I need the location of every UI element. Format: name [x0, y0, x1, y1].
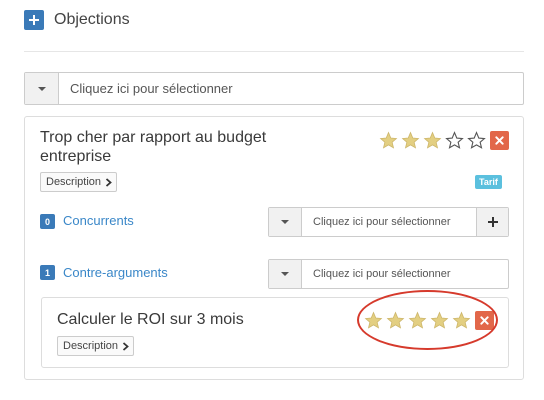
concurrents-select[interactable]: Cliquez ici pour sélectionner	[268, 207, 509, 237]
divider	[24, 51, 524, 52]
contre-arguments-select[interactable]: Cliquez ici pour sélectionner	[268, 259, 509, 289]
add-concurrent-button[interactable]	[476, 208, 508, 236]
select-placeholder[interactable]: Cliquez ici pour sélectionner	[59, 73, 233, 104]
counter-argument-title: Calculer le ROI sur 3 mois	[57, 311, 244, 328]
concurrents-count-badge: 0	[40, 214, 55, 229]
objection-rating[interactable]	[379, 131, 509, 150]
contre-arguments-count-badge: 1	[40, 265, 55, 280]
select-toggle-button[interactable]	[25, 73, 59, 104]
contre-arguments-select-placeholder[interactable]: Cliquez ici pour sélectionner	[302, 260, 451, 288]
tag-badge: Tarif	[475, 175, 502, 189]
star-empty-icon[interactable]	[467, 131, 486, 150]
description-label: Description	[63, 340, 119, 352]
chevron-right-icon	[105, 177, 112, 187]
objection-title-line2: entreprise	[40, 148, 112, 165]
contre-arguments-select-toggle[interactable]	[269, 260, 302, 288]
description-label: Description	[46, 176, 102, 188]
concurrents-link[interactable]: Concurrents	[63, 213, 134, 228]
delete-objection-button[interactable]	[490, 131, 509, 150]
objection-title-line1: Trop cher par rapport au budget	[40, 129, 267, 146]
chevron-right-icon	[122, 341, 129, 351]
star-icon[interactable]	[379, 131, 398, 150]
star-icon[interactable]	[423, 131, 442, 150]
concurrents-select-placeholder[interactable]: Cliquez ici pour sélectionner	[302, 208, 476, 236]
close-icon	[495, 136, 504, 145]
objection-description-button[interactable]: Description	[40, 172, 118, 192]
plus-icon	[29, 15, 39, 25]
plus-icon	[487, 217, 498, 227]
caret-down-icon	[281, 220, 289, 224]
objection-select[interactable]: Cliquez ici pour sélectionner	[24, 72, 524, 105]
concurrents-select-toggle[interactable]	[269, 208, 302, 236]
objections-header: Objections	[24, 8, 130, 32]
counter-argument-description-button[interactable]: Description	[57, 336, 135, 356]
star-empty-icon[interactable]	[445, 131, 464, 150]
add-objection-button[interactable]	[24, 10, 44, 30]
objection-title: Trop cher par rapport au budget entrepri…	[40, 128, 266, 166]
caret-down-icon	[281, 272, 289, 276]
caret-down-icon	[37, 86, 46, 91]
star-icon[interactable]	[401, 131, 420, 150]
highlight-ellipse	[357, 290, 498, 350]
section-title: Objections	[54, 11, 130, 28]
contre-arguments-link[interactable]: Contre-arguments	[63, 265, 168, 280]
